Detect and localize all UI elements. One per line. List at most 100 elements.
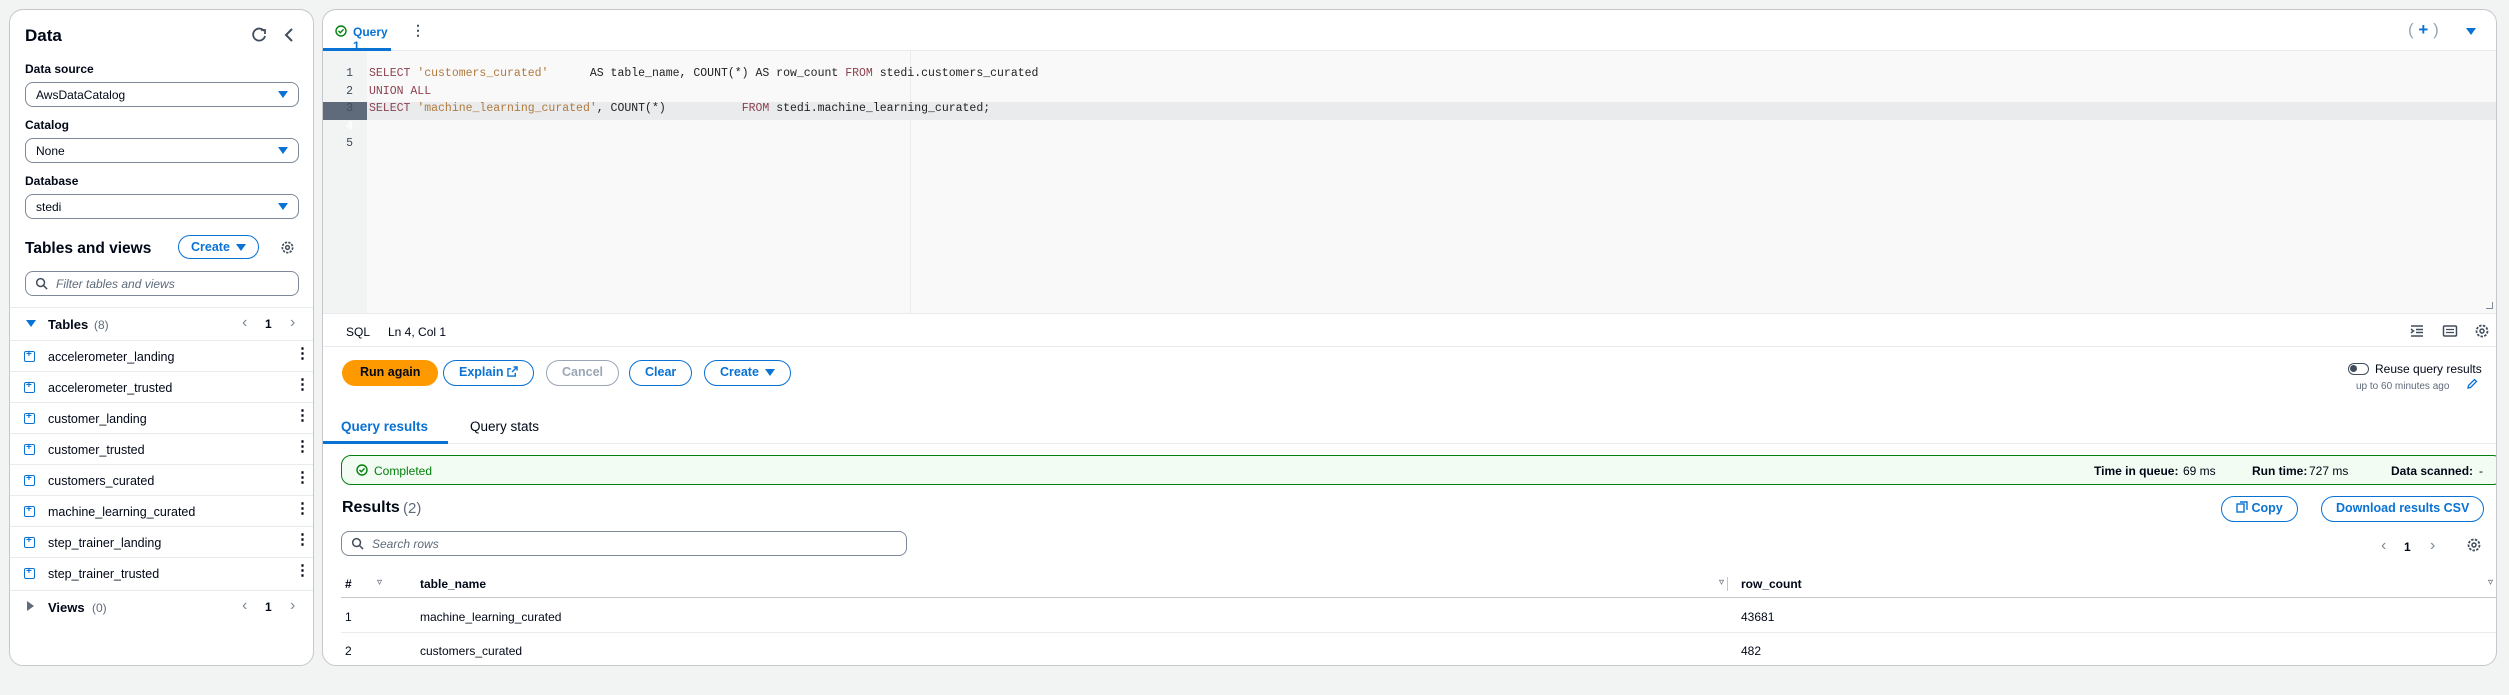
data-source-select[interactable]: AwsDataCatalog [25,82,299,107]
line-number: 1 [346,67,353,80]
data-panel-title: Data [25,26,62,45]
next-page-icon[interactable]: › [290,597,295,615]
sql-editor[interactable]: 1 2 3 4 5 SELECT 'customers_curated' AS tabl… [323,51,2496,313]
tab-query-stats[interactable]: Query stats [448,407,568,444]
filter-icon[interactable]: ▿ [1719,577,1724,588]
collapse-caret-icon [27,601,34,611]
table-item[interactable]: customer_trusted ⋮ [10,433,313,464]
refresh-icon[interactable] [250,26,268,44]
column-header-row-count[interactable]: row_count [1741,577,1802,591]
create-table-button[interactable]: Create [178,235,259,259]
filter-icon[interactable]: ▿ [377,577,382,588]
database-select[interactable]: stedi [25,194,299,219]
views-section-header[interactable]: Views (0) ‹ 1 › [10,590,313,621]
chevron-down-icon [278,91,288,98]
table-icon [24,473,35,486]
tab-query-results[interactable]: Query results [323,407,448,444]
table-actions-icon[interactable]: ⋮ [295,470,310,485]
code-fragment: stedi.machine_learning_curated; [769,102,991,115]
data-scanned-label: Data scanned: [2391,464,2474,478]
next-page-icon[interactable]: › [290,314,295,332]
table-actions-icon[interactable]: ⋮ [295,346,310,361]
tab-options-icon[interactable]: ⋮ [411,22,425,39]
table-settings-gear-icon[interactable] [2466,537,2482,556]
download-csv-button[interactable]: Download results CSV [2321,496,2485,522]
prev-page-icon[interactable]: ‹ [242,597,247,615]
table-item[interactable]: step_trainer_trusted ⋮ [10,557,313,588]
keyboard-icon[interactable] [2442,323,2458,342]
cell-row-count: 482 [1741,644,1762,658]
tables-section-header[interactable]: Tables (8) ‹ 1 › [10,307,313,338]
filter-tables-input[interactable]: Filter tables and views [25,271,299,296]
next-page-icon[interactable]: › [2430,537,2435,555]
add-query-tab-button[interactable]: ( + ) [2408,20,2439,40]
editor-status-bar: SQL Ln 4, Col 1 [323,313,2496,347]
table-actions-icon[interactable]: ⋮ [295,377,310,392]
data-panel: Data Data source AwsDataCatalog Catalog … [9,9,314,666]
table-actions-icon[interactable]: ⋮ [295,408,310,423]
table-item-label: customer_landing [48,412,147,426]
editor-settings-gear-icon[interactable] [2474,323,2490,342]
cell-table-name: machine_learning_curated [420,610,562,624]
table-item-label: customer_trusted [48,443,145,457]
explain-button[interactable]: Explain [443,360,534,386]
check-circle-icon [335,25,347,40]
cell-row-count: 43681 [1741,610,1775,624]
explain-label: Explain [459,365,504,379]
edit-pencil-icon[interactable] [2466,378,2478,393]
tab-query-1[interactable]: Query 1 ⋮ [323,10,425,53]
table-actions-icon[interactable]: ⋮ [295,439,310,454]
data-source-label: Data source [25,62,94,76]
code-line-3: SELECT 'machine_learning_curated', COUNT… [369,102,990,115]
run-time-label: Run time: [2252,464,2308,478]
table-item-label: step_trainer_landing [48,536,162,550]
search-rows-input[interactable]: Search rows [341,531,907,556]
format-indent-icon[interactable] [2409,323,2425,342]
tables-page-number[interactable]: 1 [265,317,272,331]
prev-page-icon[interactable]: ‹ [2381,537,2386,555]
search-rows-placeholder: Search rows [372,537,439,551]
time-in-queue-value: 69 ms [2183,464,2216,478]
results-tab-bar [323,407,2496,444]
table-item[interactable]: accelerometer_trusted ⋮ [10,371,313,402]
run-time-value: 727 ms [2309,464,2349,478]
column-header-table-name[interactable]: table_name [420,577,486,591]
create-button[interactable]: Create [704,360,791,386]
copy-button[interactable]: Copy [2221,496,2298,522]
table-item[interactable]: customer_landing ⋮ [10,402,313,433]
query-tab-bar [323,10,2496,51]
tab-list-chevron-down-icon[interactable] [2466,28,2476,35]
resize-handle-icon[interactable] [2486,302,2493,309]
prev-page-icon[interactable]: ‹ [242,314,247,332]
table-actions-icon[interactable]: ⋮ [295,532,310,547]
views-page-number[interactable]: 1 [265,600,272,614]
cancel-button[interactable]: Cancel [546,360,619,386]
table-item[interactable]: machine_learning_curated ⋮ [10,495,313,526]
tab-query-results-label: Query results [341,419,429,434]
expand-caret-icon [26,320,36,327]
data-scanned-value: - [2479,464,2483,478]
column-divider[interactable] [1727,577,1728,591]
table-item-label: accelerometer_trusted [48,381,173,395]
run-again-button[interactable]: Run again [342,360,439,386]
results-page-number[interactable]: 1 [2404,540,2411,554]
results-table-header: # ▿ table_name ▿ row_count ▿ [341,570,2496,598]
collapse-panel-icon[interactable] [282,27,296,43]
filter-icon[interactable]: ▿ [2488,577,2493,588]
table-row[interactable]: 1 machine_learning_curated 43681 [341,599,2496,633]
views-count: (0) [92,601,107,615]
clear-button[interactable]: Clear [629,360,693,386]
search-icon [35,277,48,293]
table-item[interactable]: accelerometer_landing ⋮ [10,340,313,371]
table-row[interactable]: 2 customers_curated 482 [341,633,2496,665]
tables-count: (8) [94,318,109,332]
table-actions-icon[interactable]: ⋮ [295,563,310,578]
table-item[interactable]: customers_curated ⋮ [10,464,313,495]
catalog-select[interactable]: None [25,138,299,163]
tables-label: Tables [48,317,89,332]
catalog-value: None [36,144,65,158]
settings-gear-icon[interactable] [280,240,295,255]
table-item[interactable]: step_trainer_landing ⋮ [10,526,313,557]
table-actions-icon[interactable]: ⋮ [295,501,310,516]
reuse-results-toggle[interactable] [2348,363,2369,375]
